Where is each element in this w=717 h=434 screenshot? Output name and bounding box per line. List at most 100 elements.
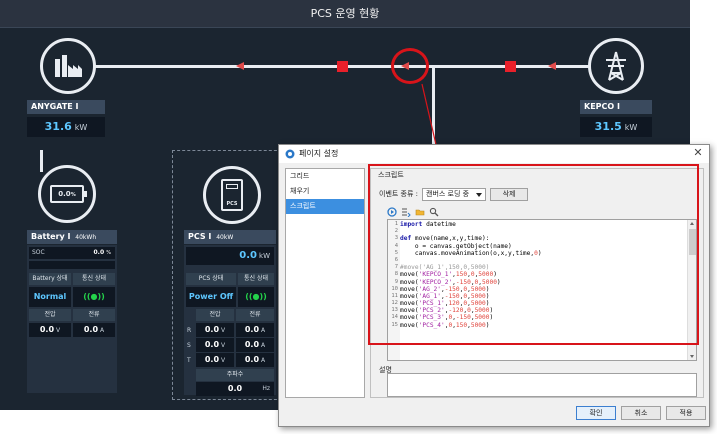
format-icon[interactable]	[401, 207, 411, 217]
pcs-phase-current-value: 0.0	[244, 325, 260, 334]
run-icon[interactable]	[387, 207, 397, 217]
line-number: 2	[394, 228, 398, 235]
pcs-freq: 0.0	[227, 384, 243, 393]
pcs-phase-voltage-value: 0.0	[204, 340, 220, 349]
section-title: 스크립트	[378, 171, 404, 179]
code-line: 6	[388, 257, 684, 264]
pcs-phase-letter: S	[187, 342, 191, 349]
pcs-power-row: 0.0 kW	[186, 247, 274, 265]
line-number: 6	[394, 256, 398, 263]
pcs-phase-current-value: 0.0	[244, 355, 260, 364]
battery-current: 0.0	[83, 325, 99, 334]
pcs-label: PCS I	[188, 232, 212, 241]
app-icon	[285, 149, 295, 159]
pcs-comm-icon: ((●))	[238, 287, 274, 307]
line-number: 11	[391, 292, 398, 299]
soc-unit: %	[106, 250, 111, 256]
pcs-phase-voltage: 0.0 V	[196, 323, 234, 337]
pcs-phase-voltage-value: 0.0	[204, 325, 220, 334]
pcs-phase-current-unit: A	[261, 357, 266, 364]
description-input[interactable]	[387, 373, 697, 397]
pcs-icon[interactable]: PCS	[203, 166, 261, 224]
battery-comm-icon: ((●))	[73, 287, 115, 307]
tree-item-fill[interactable]: 채우기	[286, 184, 364, 199]
pcs-phase-letter: R	[187, 327, 192, 334]
battery-capacity: 40kWh	[75, 234, 97, 241]
pcs-freq-header: 주파수	[196, 369, 274, 381]
code-text: move('PCS_2',-120,0,5000)	[400, 307, 494, 315]
scrollbar-thumb[interactable]	[689, 229, 696, 255]
pcs-phase-voltage: 0.0 V	[196, 338, 234, 352]
tree-item-script[interactable]: 스크립트	[286, 199, 364, 214]
battery-shape: 0.0%	[50, 185, 87, 203]
battery-label: Battery I	[31, 232, 71, 241]
annotation-circle	[391, 48, 429, 84]
code-text: import datetime	[400, 221, 456, 228]
battery-comm-header: 통신 상태	[73, 273, 115, 285]
pcs-power-unit: kW	[259, 252, 270, 260]
anygate-unit: kW	[74, 123, 88, 132]
code-line: 4 o = canvas.getObject(name)	[388, 243, 684, 250]
cancel-button[interactable]: 취소	[621, 406, 661, 420]
code-text: move('KEPCO_2',-150,0,5000)	[400, 278, 501, 286]
pcs-status-value: Power Off	[186, 287, 236, 307]
code-text: def move(name,x,y,time):	[400, 235, 490, 243]
code-lines: 1 import datetime 2 3 def move(name,x,y,time…	[388, 221, 684, 329]
battery-icon[interactable]: 0.0%	[38, 165, 96, 223]
breaker-left[interactable]	[337, 61, 348, 72]
code-line: 13 move('PCS_2',-120,0,5000)	[388, 307, 684, 314]
battery-terminal	[84, 191, 87, 197]
line-number: 12	[391, 300, 398, 307]
page-settings-dialog: 페이지 설정 ✕ 그리드 채우기 스크립트 스크립트 이벤트 종류 : 캔버스 …	[278, 144, 710, 427]
delete-button[interactable]: 삭제	[490, 187, 529, 201]
code-text: move('AG_2',-150,0,5000)	[400, 285, 490, 293]
close-icon[interactable]: ✕	[691, 146, 705, 160]
event-label: 이벤트 종류 :	[379, 190, 419, 198]
vertical-scrollbar[interactable]	[687, 220, 696, 360]
apply-button[interactable]: 적용	[666, 406, 706, 420]
ok-button[interactable]: 확인	[576, 406, 616, 420]
code-line: 12 move('PCS_1',120,0,5000)	[388, 300, 684, 307]
dialog-titlebar[interactable]: 페이지 설정 ✕	[279, 145, 709, 163]
pcs-power-value: 0.0	[239, 250, 258, 261]
code-line: 1 import datetime	[388, 221, 684, 228]
tree-item-grid[interactable]: 그리드	[286, 169, 364, 184]
kepco-value: 31.5	[594, 120, 622, 133]
code-line: 3 def move(name,x,y,time):	[388, 235, 684, 242]
soc-value-wrap: 0.0 %	[94, 247, 112, 259]
battery-panel: SOC 0.0 % Battery 상태 통신 상태 Normal ((●)) …	[27, 245, 117, 393]
kepco-power-value: 31.5 kW	[580, 117, 652, 137]
folder-icon[interactable]	[415, 207, 425, 217]
code-text: move('KEPCO_1',150,0,5000)	[400, 271, 497, 279]
pcs-cabinet: PCS	[221, 179, 243, 211]
pcs-phase-current: 0.0 A	[236, 338, 274, 352]
battery-voltage-unit: V	[56, 327, 61, 334]
line-number: 10	[391, 285, 398, 292]
event-type-select[interactable]: 캔버스 로딩 중	[422, 187, 487, 201]
battery-current-value: 0.0 A	[73, 323, 115, 337]
line-number: 4	[394, 242, 398, 249]
search-icon[interactable]	[429, 207, 439, 217]
transmission-tower-icon[interactable]	[588, 38, 644, 94]
dialog-footer: 확인 취소 적용	[279, 398, 709, 426]
code-line: 2	[388, 228, 684, 235]
pcs-phase-current-unit: A	[261, 342, 266, 349]
code-text: #move('AG_1',150,0,5000)	[400, 264, 490, 272]
scroll-down-icon[interactable]	[690, 355, 694, 358]
breaker-right[interactable]	[505, 61, 516, 72]
battery-label-bar: Battery I 40kWh	[27, 230, 117, 244]
soc-value: 0.0	[93, 249, 105, 256]
factory-icon[interactable]	[40, 38, 96, 94]
pcs-phase-current-value: 0.0	[244, 340, 260, 349]
code-line: 5 canvas.moveAnimation(o,x,y,time,0)	[388, 250, 684, 257]
script-toolbar	[387, 207, 439, 217]
battery-line	[40, 150, 43, 172]
pcs-phase-current: 0.0 A	[236, 353, 274, 367]
scroll-up-icon[interactable]	[690, 222, 694, 225]
scada-title: PCS 운영 현황	[0, 0, 690, 28]
code-line: 11 move('AG_1',-150,0,5000)	[388, 293, 684, 300]
line-number: 3	[394, 235, 398, 242]
line-number: 7	[394, 264, 398, 271]
script-editor[interactable]: 1 import datetime 2 3 def move(name,x,y,time…	[387, 219, 697, 361]
dialog-title: 페이지 설정	[299, 149, 339, 158]
